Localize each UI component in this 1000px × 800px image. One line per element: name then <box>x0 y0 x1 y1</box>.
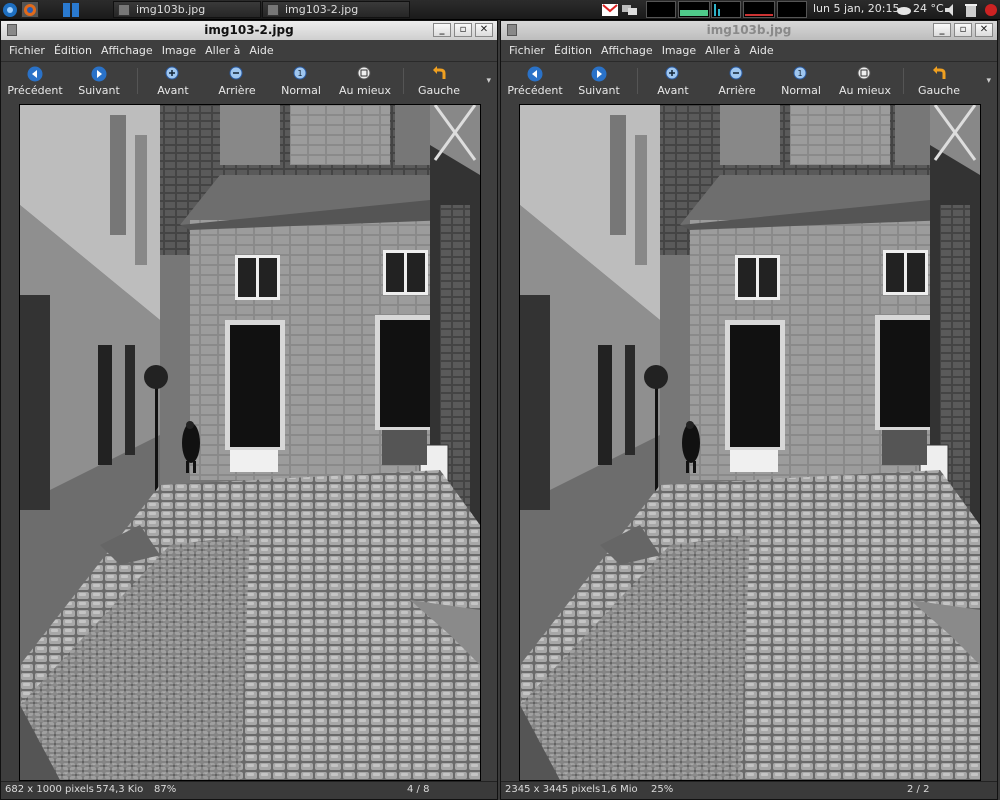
zoom-out-button[interactable]: Arrière <box>705 64 769 97</box>
menu-bar: Fichier Édition Affichage Image Aller à … <box>1 40 497 60</box>
title-bar[interactable]: img103-2.jpg _ ▫ ✕ <box>1 21 497 41</box>
volume-icon[interactable] <box>942 1 960 18</box>
close-button[interactable]: ✕ <box>475 23 493 37</box>
previous-icon <box>527 66 543 82</box>
cpu-monitor <box>646 1 676 18</box>
firefox-icon[interactable] <box>21 1 39 18</box>
zoom-out-icon <box>729 66 745 82</box>
menu-aide[interactable]: Aide <box>749 44 773 57</box>
status-position: 2 / 2 <box>907 784 930 795</box>
previous-button[interactable]: Précédent <box>3 64 67 97</box>
taskbar-item-img103-2[interactable]: img103-2.jpg <box>262 1 410 18</box>
menu-aller-a[interactable]: Aller à <box>205 44 240 57</box>
workspace-switcher-icon[interactable] <box>62 1 80 18</box>
menu-fichier[interactable]: Fichier <box>9 44 45 57</box>
status-zoom: 25% <box>651 784 674 795</box>
title-bar[interactable]: img103b.jpg _ ▫ ✕ <box>501 21 997 41</box>
viewer-window-right: img103b.jpg _ ▫ ✕ Fichier Édition Affich… <box>500 20 998 800</box>
menu-fichier[interactable]: Fichier <box>509 44 545 57</box>
logout-icon[interactable] <box>982 1 1000 18</box>
clock[interactable]: lun 5 jan, 20:15 <box>813 2 899 15</box>
next-icon <box>591 66 607 82</box>
zoom-out-button[interactable]: Arrière <box>205 64 269 97</box>
toolbar: Précédent Suivant Avant Arrière 1 Normal… <box>1 61 497 101</box>
menu-bar: Fichier Édition Affichage Image Aller à … <box>501 40 997 60</box>
zoom-normal-button[interactable]: 1 Normal <box>269 64 333 97</box>
status-filesize: 1,6 Mio <box>601 784 638 795</box>
trash-icon[interactable] <box>962 1 980 18</box>
menu-aide[interactable]: Aide <box>249 44 273 57</box>
toolbar-separator <box>137 68 138 94</box>
zoom-fit-icon <box>857 66 873 82</box>
viewer-window-left: img103-2.jpg _ ▫ ✕ Fichier Édition Affic… <box>0 20 498 800</box>
photo-image <box>519 104 981 781</box>
rotate-left-icon <box>431 66 447 82</box>
weather-icon <box>895 1 913 18</box>
window-title: img103b.jpg <box>706 23 792 37</box>
load-monitor <box>743 1 775 18</box>
network-icon[interactable] <box>621 1 639 18</box>
toolbar-separator <box>637 68 638 94</box>
menu-image[interactable]: Image <box>662 44 696 57</box>
zoom-fit-button[interactable]: Au mieux <box>333 64 397 97</box>
rotate-left-button[interactable]: Gauche <box>407 64 471 97</box>
zoom-in-button[interactable]: Avant <box>641 64 705 97</box>
zoom-in-icon <box>665 66 681 82</box>
rotate-left-icon <box>931 66 947 82</box>
rotate-left-button[interactable]: Gauche <box>907 64 971 97</box>
close-button[interactable]: ✕ <box>975 23 993 37</box>
zoom-out-icon <box>229 66 245 82</box>
toolbar-separator <box>403 68 404 94</box>
zoom-normal-icon: 1 <box>293 66 309 82</box>
image-icon <box>267 3 279 16</box>
next-button[interactable]: Suivant <box>567 64 631 97</box>
gmail-icon[interactable] <box>601 1 619 18</box>
top-panel: img103b.jpg img103-2.jpg lun 5 jan, 20:1… <box>0 0 1000 20</box>
svg-text:1: 1 <box>298 69 303 78</box>
disk-monitor <box>777 1 807 18</box>
status-dimensions: 2345 x 3445 pixels <box>505 784 601 795</box>
window-title: img103-2.jpg <box>204 23 294 37</box>
image-view[interactable] <box>501 100 997 783</box>
weather-temperature[interactable]: 24 °C <box>913 2 944 15</box>
photo-image <box>19 104 481 781</box>
maximize-button[interactable]: ▫ <box>954 23 972 37</box>
zoom-normal-button[interactable]: 1 Normal <box>769 64 833 97</box>
minimize-button[interactable]: _ <box>433 23 451 37</box>
toolbar-separator <box>903 68 904 94</box>
zoom-fit-icon <box>357 66 373 82</box>
zoom-in-button[interactable]: Avant <box>141 64 205 97</box>
menu-affichage[interactable]: Affichage <box>601 44 653 57</box>
svg-text:1: 1 <box>798 69 803 78</box>
menu-edition[interactable]: Édition <box>554 44 592 57</box>
menu-aller-a[interactable]: Aller à <box>705 44 740 57</box>
taskbar-item-img103b[interactable]: img103b.jpg <box>113 1 261 18</box>
status-zoom: 87% <box>154 784 177 795</box>
zoom-in-icon <box>165 66 181 82</box>
status-filesize: 574,3 Kio <box>96 784 144 795</box>
status-bar: 682 x 1000 pixels 574,3 Kio 87% 4 / 8 <box>1 781 497 799</box>
status-position: 4 / 8 <box>407 784 430 795</box>
toolbar-overflow-chevron-icon[interactable]: ▾ <box>986 76 991 86</box>
network-monitor <box>711 1 741 18</box>
menu-image[interactable]: Image <box>162 44 196 57</box>
menu-affichage[interactable]: Affichage <box>101 44 153 57</box>
status-bar: 2345 x 3445 pixels 1,6 Mio 25% 2 / 2 <box>501 781 997 799</box>
memory-monitor <box>678 1 710 18</box>
menu-edition[interactable]: Édition <box>54 44 92 57</box>
status-dimensions: 682 x 1000 pixels <box>5 784 94 795</box>
next-button[interactable]: Suivant <box>67 64 131 97</box>
maximize-button[interactable]: ▫ <box>454 23 472 37</box>
image-view[interactable] <box>1 100 497 783</box>
minimize-button[interactable]: _ <box>933 23 951 37</box>
previous-icon <box>27 66 43 82</box>
toolbar: Précédent Suivant Avant Arrière 1 Normal… <box>501 61 997 101</box>
toolbar-overflow-chevron-icon[interactable]: ▾ <box>486 76 491 86</box>
previous-button[interactable]: Précédent <box>503 64 567 97</box>
next-icon <box>91 66 107 82</box>
zoom-normal-icon: 1 <box>793 66 809 82</box>
image-icon <box>118 3 130 16</box>
zoom-fit-button[interactable]: Au mieux <box>833 64 897 97</box>
app-menu-icon[interactable] <box>1 1 19 18</box>
